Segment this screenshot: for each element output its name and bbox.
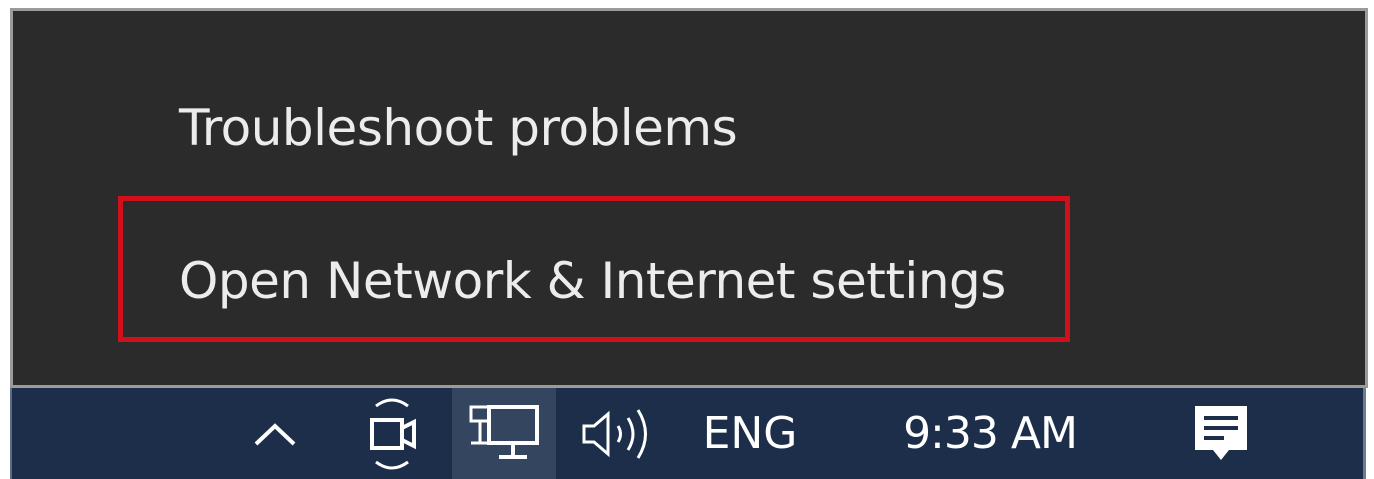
chevron-up-icon [254,422,296,445]
network-button[interactable] [452,388,556,479]
meet-now-icon [370,397,416,470]
menu-item-open-network-settings[interactable]: Open Network & Internet settings [179,256,1006,306]
taskbar-left-edge [10,388,12,479]
network-context-menu: Troubleshoot problems Open Network & Int… [10,8,1368,388]
screen: Troubleshoot problems Open Network & Int… [0,0,1374,479]
clock-time[interactable]: 9:33 AM [870,388,1110,479]
menu-item-troubleshoot-problems[interactable]: Troubleshoot problems [179,103,738,153]
taskbar: ENG 9:33 AM [10,388,1366,479]
speaker-volume-icon [582,408,647,459]
volume-button[interactable] [568,388,668,479]
show-desktop-button[interactable] [1363,388,1366,479]
meet-now-button[interactable] [355,388,435,479]
show-hidden-icons-button[interactable] [240,388,310,479]
network-wired-icon [469,404,539,459]
input-language-indicator[interactable]: ENG [690,388,810,479]
notifications-icon [1195,405,1247,460]
action-center-button[interactable] [1176,388,1266,479]
